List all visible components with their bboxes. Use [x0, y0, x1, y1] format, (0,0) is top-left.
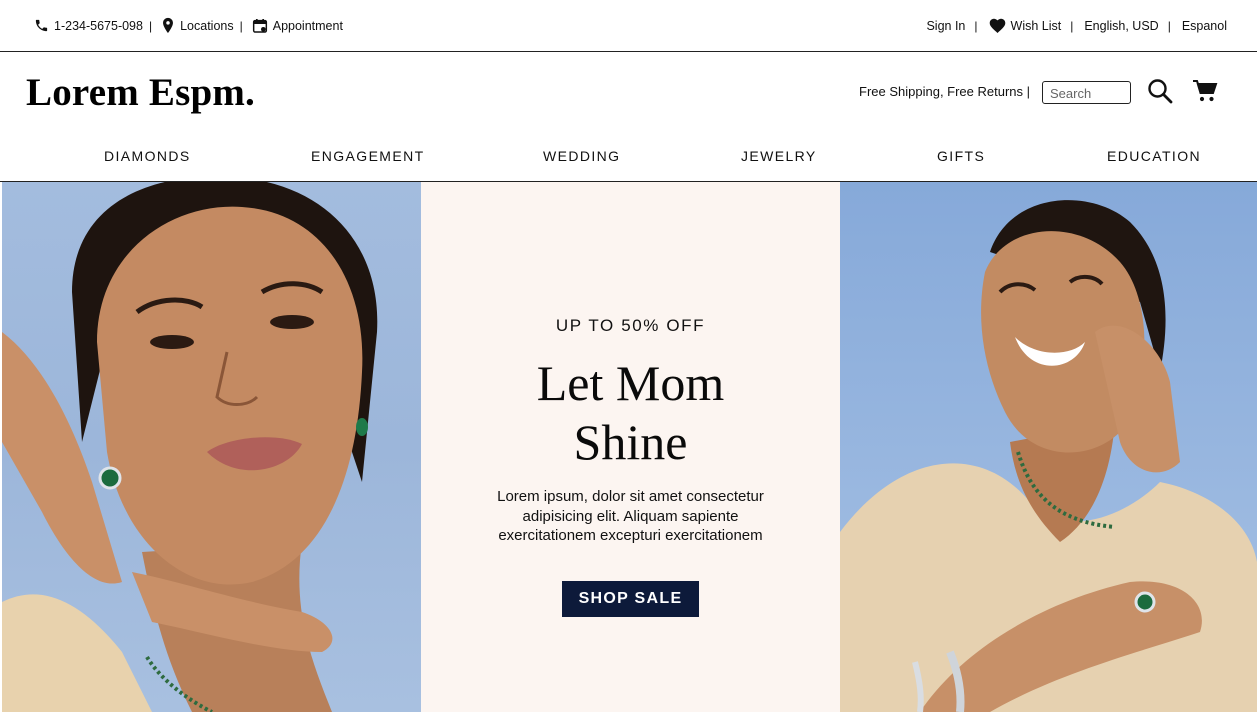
hero-image-left: [2, 182, 421, 712]
main-navigation: DIAMONDS ENGAGEMENT WEDDING JEWELRY GIFT…: [0, 130, 1257, 182]
sign-in-link[interactable]: Sign In: [926, 19, 965, 33]
nav-item-gifts[interactable]: GIFTS: [937, 148, 985, 164]
hero-image-right: [840, 182, 1257, 712]
hero-body-line-2: adipisicing elit. Aliquam sapiente: [522, 507, 739, 525]
search-input[interactable]: [1042, 81, 1131, 104]
site-logo[interactable]: Lorem Espm.: [26, 70, 255, 115]
separator: |: [148, 18, 153, 33]
hero-promo-panel: UP TO 50% OFF Let Mom Shine Lorem ipsum,…: [421, 182, 840, 712]
cart-button[interactable]: [1192, 79, 1218, 103]
phone-link[interactable]: 1-234-5675-098: [34, 18, 143, 33]
language-link[interactable]: Espanol: [1182, 19, 1227, 33]
nav-item-education[interactable]: EDUCATION: [1107, 148, 1201, 164]
top-bar-left: 1-234-5675-098 | Locations | Appointment: [34, 17, 343, 34]
search-icon: [1148, 79, 1173, 104]
calendar-icon: [252, 18, 267, 33]
phone-icon: [35, 19, 48, 32]
cart-icon: [1193, 80, 1218, 102]
phone-number: 1-234-5675-098: [54, 18, 143, 33]
hero-body-line-1: Lorem ipsum, dolor sit amet consectetur: [497, 488, 764, 505]
locations-link[interactable]: Locations: [161, 17, 234, 34]
nav-item-diamonds[interactable]: DIAMONDS: [104, 148, 191, 164]
separator: |: [1167, 18, 1171, 33]
hero-headline-line-1: Let Mom: [536, 355, 725, 411]
shop-sale-button[interactable]: SHOP SALE: [562, 581, 699, 617]
hero-body-line-3: exercitationem excepturi exercitationem: [498, 527, 763, 544]
appointment-link[interactable]: Appointment: [252, 18, 343, 34]
wish-list-label: Wish List: [1010, 18, 1062, 33]
hero-banner: UP TO 50% OFF Let Mom Shine Lorem ipsum,…: [0, 182, 1257, 712]
nav-item-engagement[interactable]: ENGAGEMENT: [311, 148, 425, 164]
hero-headline: Let Mom Shine: [421, 354, 840, 472]
nav-item-jewelry[interactable]: JEWELRY: [741, 148, 817, 164]
hero-body-text: Lorem ipsum, dolor sit amet consectetur …: [471, 487, 790, 546]
hero-headline-line-2: Shine: [573, 414, 688, 470]
location-pin-icon: [163, 17, 174, 34]
shipping-promo: Free Shipping, Free Returns |: [859, 84, 1031, 99]
top-utility-bar: 1-234-5675-098 | Locations | Appointment…: [0, 0, 1257, 52]
hero-eyebrow: UP TO 50% OFF: [555, 316, 706, 335]
separator: |: [1070, 18, 1074, 33]
locations-label: Locations: [180, 18, 234, 33]
top-bar-right: Sign In | Wish List | English, USD | Esp…: [926, 18, 1227, 33]
nav-item-wedding[interactable]: WEDDING: [543, 148, 620, 164]
appointment-label: Appointment: [272, 18, 343, 33]
separator: |: [974, 18, 978, 33]
separator: |: [239, 18, 243, 33]
wish-list-link[interactable]: Wish List: [989, 18, 1062, 33]
heart-icon: [989, 18, 1005, 33]
search-button[interactable]: [1147, 78, 1173, 104]
currency-selector[interactable]: English, USD: [1084, 19, 1158, 33]
site-header: Lorem Espm. Free Shipping, Free Returns …: [0, 52, 1257, 130]
